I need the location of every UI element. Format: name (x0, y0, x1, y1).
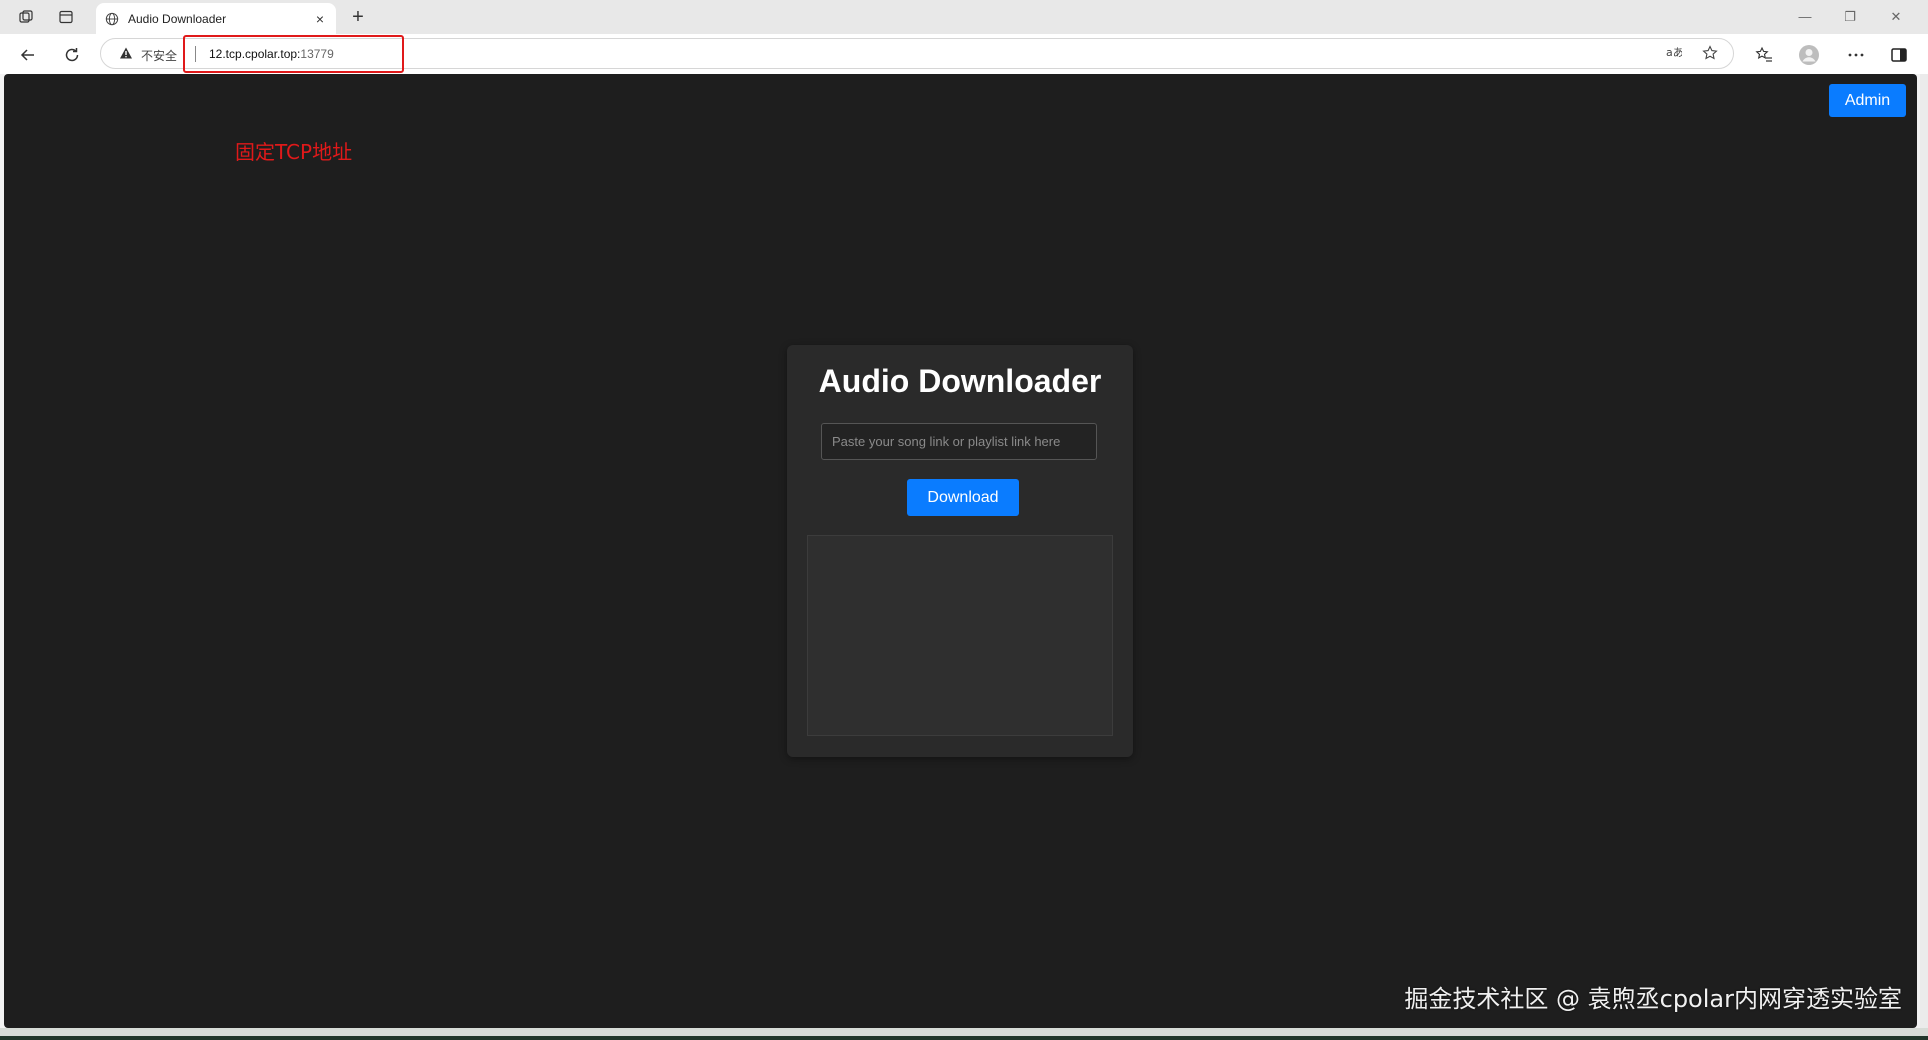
address-bar[interactable]: 不安全 12.tcp.cpolar.top:13779 aあ (100, 38, 1734, 69)
warning-icon (120, 47, 132, 59)
browser-tab[interactable]: Audio Downloader × (96, 3, 336, 34)
browser-toolbar: 不安全 12.tcp.cpolar.top:13779 aあ (0, 34, 1928, 74)
song-link-input[interactable] (821, 423, 1097, 460)
svg-text:aあ: aあ (1666, 46, 1682, 59)
window-right-edge (1920, 74, 1928, 1028)
result-area (807, 535, 1113, 736)
read-aloud-icon[interactable]: aあ (1665, 45, 1684, 63)
tab-actions-icon[interactable] (56, 7, 76, 27)
taskbar-strip (0, 1028, 1928, 1040)
globe-icon (104, 11, 120, 27)
page-title: Audio Downloader (818, 363, 1102, 399)
download-button[interactable]: Download (907, 479, 1019, 516)
minimize-button[interactable]: — (1790, 6, 1820, 28)
sidebar-icon[interactable] (1887, 43, 1911, 67)
refresh-icon[interactable] (60, 43, 84, 67)
url-port: 13779 (300, 47, 334, 61)
star-icon[interactable] (1701, 45, 1719, 63)
tab-title: Audio Downloader (128, 11, 227, 26)
new-tab-button[interactable]: + (346, 4, 370, 30)
back-arrow-icon[interactable] (16, 43, 40, 67)
downloader-card: Audio Downloader Download (787, 345, 1133, 757)
address-separator (195, 46, 196, 62)
annotation-label: 固定TCP地址 (235, 140, 353, 164)
more-icon[interactable] (1844, 43, 1868, 67)
restore-button[interactable]: ❐ (1835, 6, 1865, 28)
page-viewport: Admin 固定TCP地址 Audio Downloader Download … (4, 74, 1917, 1028)
url-host: 12.tcp.cpolar.top: (209, 47, 301, 61)
tab-close-icon[interactable]: × (310, 11, 330, 27)
watermark: 掘金技术社区 @ 袁煦丞cpolar内网穿透实验室 (1404, 985, 1902, 1013)
admin-button[interactable]: Admin (1829, 84, 1906, 117)
workspaces-icon[interactable] (16, 7, 36, 27)
tab-bar: Audio Downloader × + — ❐ ✕ (0, 0, 1928, 34)
profile-icon[interactable] (1797, 43, 1821, 67)
close-window-button[interactable]: ✕ (1881, 6, 1911, 28)
insecure-label[interactable]: 不安全 (141, 47, 177, 64)
url-text[interactable]: 12.tcp.cpolar.top:13779 (209, 47, 334, 61)
favorites-icon[interactable] (1752, 43, 1776, 67)
